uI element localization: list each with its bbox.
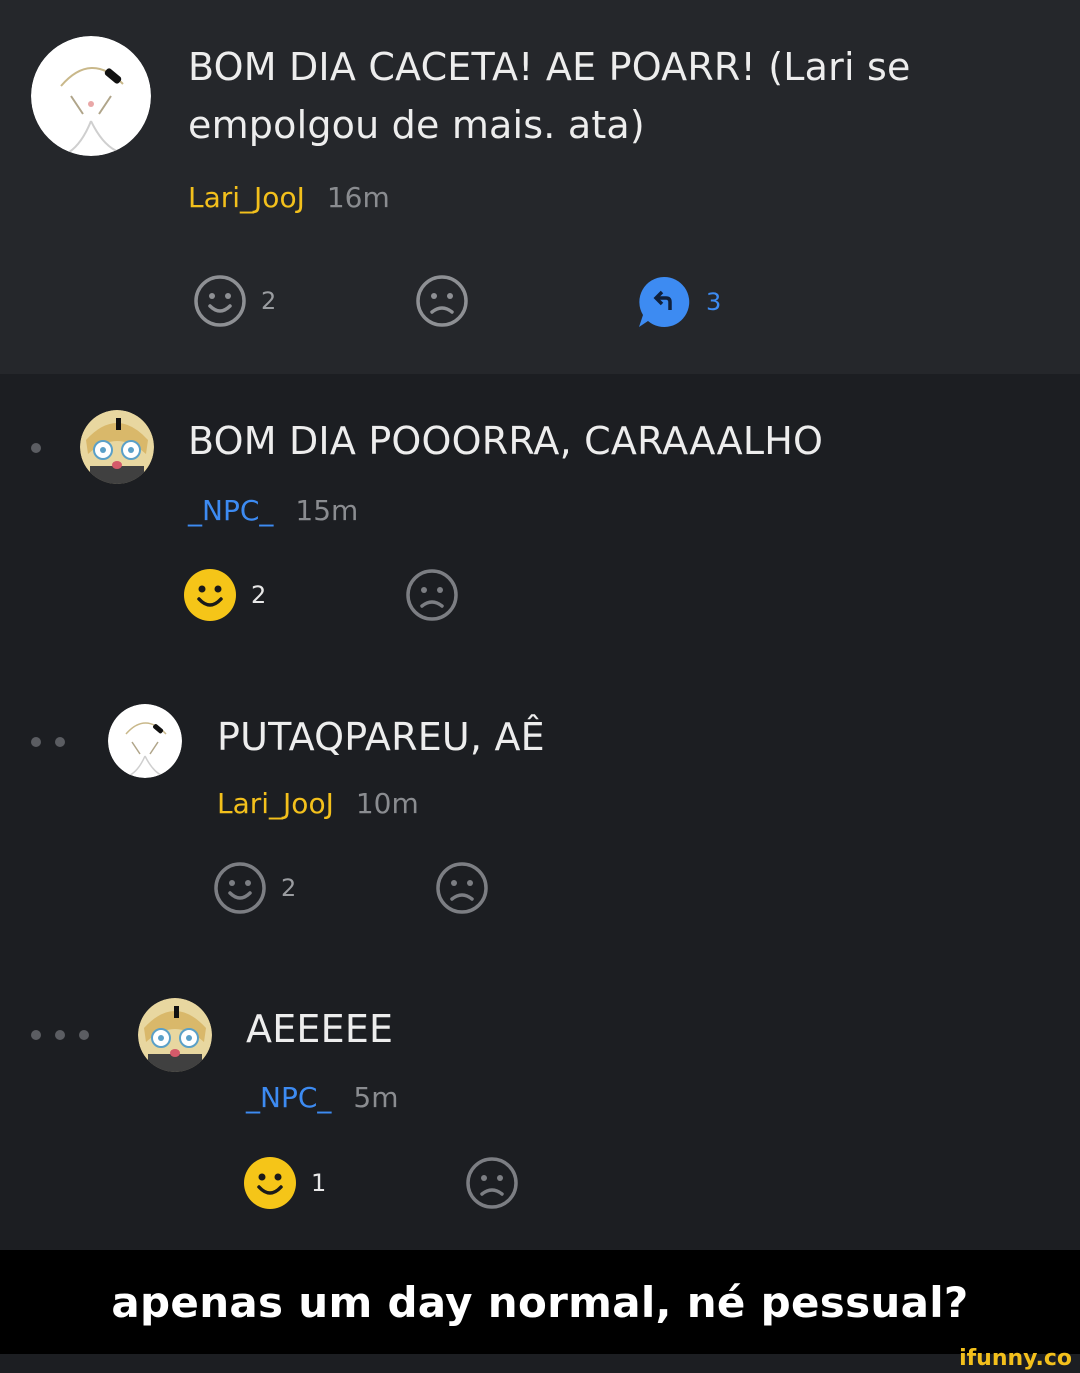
like-button[interactable]: 2 — [183, 568, 266, 622]
timestamp: 15m — [295, 494, 359, 527]
like-count: 2 — [261, 287, 277, 315]
thread-depth-indicator — [31, 443, 41, 453]
avatar-npc[interactable] — [80, 410, 154, 484]
depth-dot — [55, 737, 65, 747]
timestamp: 10m — [355, 787, 419, 820]
like-count: 2 — [281, 874, 297, 902]
like-button[interactable]: 2 — [213, 861, 296, 915]
avatar-lari[interactable] — [108, 704, 182, 778]
comment-meta: Lari_JooJ 16m — [188, 180, 390, 216]
sad-face-icon — [406, 569, 458, 621]
comment-meta: _NPC_ 15m — [188, 493, 358, 529]
username[interactable]: _NPC_ — [188, 494, 273, 527]
smiley-icon — [194, 275, 246, 327]
dislike-button[interactable] — [435, 861, 489, 915]
like-count: 1 — [311, 1169, 327, 1197]
depth-dot — [31, 443, 41, 453]
thread-depth-indicator — [31, 737, 65, 747]
sad-face-icon — [466, 1157, 518, 1209]
dislike-button[interactable] — [405, 568, 459, 622]
avatar-lari[interactable] — [31, 36, 151, 156]
smiley-icon — [184, 569, 236, 621]
thread-depth-indicator — [31, 1030, 89, 1040]
comment-text: BOM DIA CACETA! AE POARR! (Lari se empol… — [188, 45, 911, 147]
comment-text: PUTAQPAREU, AÊ — [217, 715, 545, 759]
username[interactable]: Lari_JooJ — [188, 181, 305, 214]
reply-button[interactable]: 3 — [636, 274, 721, 330]
reply-count: 3 — [706, 288, 722, 316]
ifunny-watermark: ifunny.co — [959, 1346, 1072, 1371]
dislike-button[interactable] — [465, 1156, 519, 1210]
depth-dot — [31, 737, 41, 747]
reply-bubble-icon — [639, 276, 690, 327]
like-count: 2 — [251, 581, 267, 609]
footer-strip — [0, 1354, 1080, 1373]
comment-text: AEEEEE — [246, 1007, 394, 1051]
dislike-button[interactable] — [415, 274, 469, 328]
sad-face-icon — [436, 862, 488, 914]
replies-thread — [0, 374, 1080, 1250]
timestamp: 16m — [326, 181, 390, 214]
sad-face-icon — [416, 275, 468, 327]
comment-text: BOM DIA POOORRA, CARAAALHO — [188, 419, 824, 463]
like-button[interactable]: 1 — [243, 1156, 326, 1210]
like-button[interactable]: 2 — [193, 274, 276, 328]
comment-meta: Lari_JooJ 10m — [217, 786, 419, 822]
avatar-npc[interactable] — [138, 998, 212, 1072]
username[interactable]: Lari_JooJ — [217, 787, 334, 820]
depth-dot — [79, 1030, 89, 1040]
depth-dot — [55, 1030, 65, 1040]
meme-caption: apenas um day normal, né pessual? — [0, 1250, 1080, 1354]
timestamp: 5m — [353, 1081, 399, 1114]
smiley-icon — [244, 1157, 296, 1209]
comment-meta: _NPC_ 5m — [246, 1080, 398, 1116]
username[interactable]: _NPC_ — [246, 1081, 331, 1114]
smiley-icon — [214, 862, 266, 914]
caption-text: apenas um day normal, né pessual? — [111, 1277, 969, 1327]
depth-dot — [31, 1030, 41, 1040]
